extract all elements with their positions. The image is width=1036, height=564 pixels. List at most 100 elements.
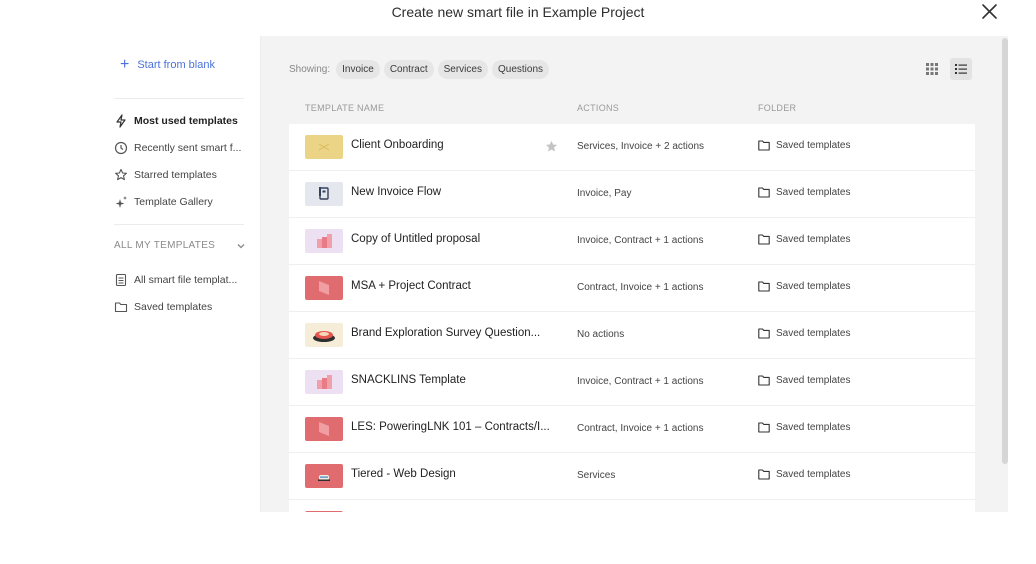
sidebar-item-label: Recently sent smart f...: [134, 142, 242, 154]
template-folder: Saved templates: [758, 328, 851, 339]
star-outline-icon: [114, 168, 128, 182]
folder-icon: [758, 375, 770, 386]
column-header-template-name[interactable]: TEMPLATE NAME: [305, 103, 384, 113]
template-thumbnail: [305, 417, 343, 441]
table-row[interactable]: MSA + Project Contract Contract, Invoice…: [289, 265, 975, 312]
sidebar-divider: [114, 224, 244, 225]
sidebar-item-label: All smart file templat...: [134, 274, 238, 286]
folder-icon: [758, 281, 770, 292]
template-thumbnail: [305, 276, 343, 300]
sidebar-item-template-gallery[interactable]: Template Gallery: [114, 192, 254, 212]
grid-icon: [926, 63, 938, 75]
template-thumbnail: [305, 323, 343, 347]
list-view-button[interactable]: [950, 58, 972, 80]
sidebar-divider: [114, 98, 244, 99]
table-row[interactable]: [289, 500, 975, 512]
table-row[interactable]: Tiered - Web Design Services Saved templ…: [289, 453, 975, 500]
scrollbar[interactable]: [1001, 36, 1009, 466]
grid-view-button[interactable]: [921, 58, 943, 80]
template-actions: No actions: [577, 329, 625, 340]
column-header-actions[interactable]: ACTIONS: [577, 103, 619, 113]
sidebar: + Start from blank Most used templates R…: [100, 36, 261, 512]
template-actions: Contract, Invoice + 1 actions: [577, 423, 704, 434]
template-thumbnail: [305, 511, 343, 512]
template-table: Client Onboarding Services, Invoice + 2 …: [289, 124, 975, 512]
section-title: ALL MY TEMPLATES: [114, 240, 216, 251]
filter-chip-services[interactable]: Services: [437, 60, 488, 79]
sidebar-item-most-used[interactable]: Most used templates: [114, 111, 254, 131]
file-list-icon: [114, 273, 128, 287]
scrollbar-thumb[interactable]: [1002, 38, 1008, 464]
folder-label: Saved templates: [776, 469, 851, 480]
clock-icon: [114, 141, 128, 155]
list-icon: [955, 64, 967, 74]
template-folder: Saved templates: [758, 281, 851, 292]
template-name: New Invoice Flow: [351, 186, 442, 198]
template-thumbnail: [305, 229, 343, 253]
folder-label: Saved templates: [776, 281, 851, 292]
start-from-blank-button[interactable]: + Start from blank: [120, 56, 215, 73]
folder-icon: [758, 234, 770, 245]
folder-label: Saved templates: [776, 234, 851, 245]
close-icon: [982, 4, 997, 19]
close-button[interactable]: [981, 3, 998, 20]
folder-outline-icon: [114, 300, 128, 314]
template-actions: Invoice, Contract + 1 actions: [577, 235, 704, 246]
template-name: MSA + Project Contract: [351, 280, 471, 292]
sidebar-item-recently-sent[interactable]: Recently sent smart f...: [114, 138, 254, 158]
folder-icon: [758, 187, 770, 198]
dialog-title: Create new smart file in Example Project: [391, 4, 645, 20]
folder-label: Saved templates: [776, 187, 851, 198]
template-name: SNACKLINS Template: [351, 374, 466, 386]
table-row[interactable]: Client Onboarding Services, Invoice + 2 …: [289, 124, 975, 171]
folder-label: Saved templates: [776, 140, 851, 151]
template-folder: Saved templates: [758, 469, 851, 480]
table-row[interactable]: Copy of Untitled proposal Invoice, Contr…: [289, 218, 975, 265]
plus-icon: +: [120, 56, 130, 73]
template-list-panel: Showing: Invoice Contract Services Quest…: [261, 36, 1008, 512]
template-folder: Saved templates: [758, 187, 851, 198]
start-from-blank-label: Start from blank: [137, 59, 215, 71]
folder-label: Saved templates: [776, 375, 851, 386]
filter-chip-contract[interactable]: Contract: [383, 60, 434, 79]
template-folder: Saved templates: [758, 422, 851, 433]
lightning-icon: [114, 114, 128, 128]
folder-icon: [758, 422, 770, 433]
filter-label: Showing:: [289, 64, 331, 75]
table-row[interactable]: Brand Exploration Survey Question... No …: [289, 312, 975, 359]
folder-icon: [758, 469, 770, 480]
sidebar-item-label: Template Gallery: [134, 196, 213, 208]
template-thumbnail: [305, 135, 343, 159]
template-actions: Services, Invoice + 2 actions: [577, 141, 705, 152]
template-name: Tiered - Web Design: [351, 468, 456, 480]
template-thumbnail: [305, 370, 343, 394]
table-row[interactable]: LES: PoweringLNK 101 – Contracts/I... Co…: [289, 406, 975, 453]
star-icon[interactable]: [545, 140, 558, 153]
filter-chip-questions[interactable]: Questions: [491, 60, 550, 79]
template-name: Client Onboarding: [351, 139, 444, 151]
template-folder: Saved templates: [758, 234, 851, 245]
template-actions: Services: [577, 470, 616, 481]
sidebar-item-label: Starred templates: [134, 169, 217, 181]
template-thumbnail: [305, 464, 343, 488]
table-row[interactable]: SNACKLINS Template Invoice, Contract + 1…: [289, 359, 975, 406]
template-thumbnail: [305, 182, 343, 206]
all-my-templates-toggle[interactable]: ALL MY TEMPLATES: [114, 240, 246, 251]
column-header-folder[interactable]: FOLDER: [758, 103, 796, 113]
template-name: Brand Exploration Survey Question...: [351, 327, 541, 339]
sidebar-item-saved-templates[interactable]: Saved templates: [114, 297, 254, 317]
table-row[interactable]: New Invoice Flow Invoice, Pay Saved temp…: [289, 171, 975, 218]
template-folder: Saved templates: [758, 140, 851, 151]
template-name: Copy of Untitled proposal: [351, 233, 481, 245]
template-folder: Saved templates: [758, 375, 851, 386]
template-actions: Invoice, Contract + 1 actions: [577, 376, 704, 387]
folder-icon: [758, 328, 770, 339]
sidebar-item-all-smart-file-templates[interactable]: All smart file templat...: [114, 270, 254, 290]
sparkle-icon: [114, 195, 128, 209]
filter-chip-invoice[interactable]: Invoice: [336, 60, 380, 79]
sidebar-item-starred[interactable]: Starred templates: [114, 165, 254, 185]
template-actions: Invoice, Pay: [577, 188, 632, 199]
folder-icon: [758, 140, 770, 151]
template-name: LES: PoweringLNK 101 – Contracts/I...: [351, 421, 550, 433]
sidebar-item-label: Saved templates: [134, 301, 213, 313]
